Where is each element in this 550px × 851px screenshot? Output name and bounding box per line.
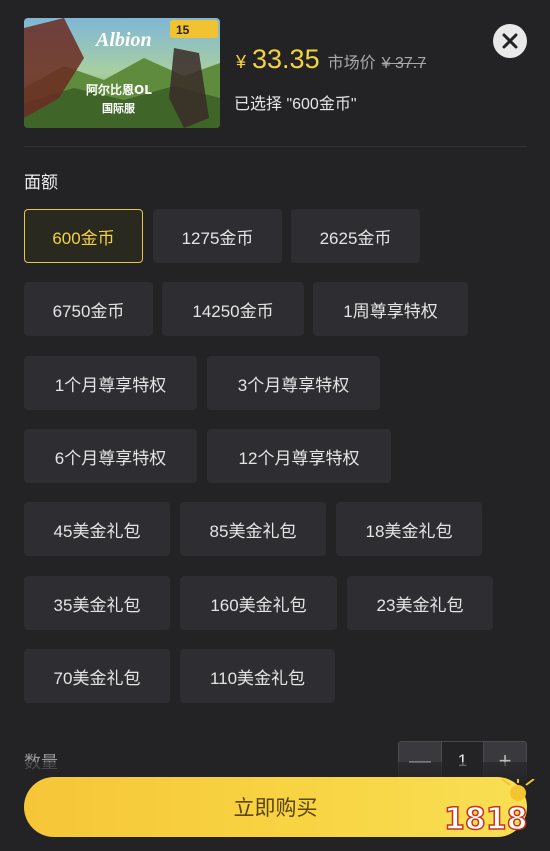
option-18-usd-pack[interactable]: 18美金礼包 bbox=[336, 502, 482, 556]
option-23-usd-pack[interactable]: 23美金礼包 bbox=[347, 576, 493, 630]
option-12-month-privilege[interactable]: 12个月尊享特权 bbox=[207, 429, 391, 483]
close-button[interactable] bbox=[493, 24, 527, 58]
cover-title: Albion bbox=[94, 29, 152, 51]
market-price-label: 市场价 bbox=[327, 55, 376, 72]
cover-badge: 15 bbox=[176, 23, 190, 37]
watermark-text: 1818 bbox=[444, 802, 528, 837]
option-6-month-privilege[interactable]: 6个月尊享特权 bbox=[24, 429, 197, 483]
option-1275-coins[interactable]: 1275金币 bbox=[153, 209, 282, 263]
game-cover-image: 15 Albion 阿尔比恩OL 国际服 bbox=[24, 18, 220, 128]
cover-subtitle2: 国际服 bbox=[102, 101, 136, 115]
selected-option-text: 已选择 "600金币" bbox=[234, 96, 357, 113]
denomination-title: 面额 bbox=[24, 173, 58, 192]
currency-symbol: ¥ bbox=[236, 52, 247, 72]
option-35-usd-pack[interactable]: 35美金礼包 bbox=[24, 576, 170, 630]
site-watermark-logo: 1818 bbox=[443, 779, 535, 838]
option-600-coins[interactable]: 600金币 bbox=[24, 209, 143, 263]
option-6750-coins[interactable]: 6750金币 bbox=[24, 282, 153, 336]
option-45-usd-pack[interactable]: 45美金礼包 bbox=[24, 502, 170, 556]
option-110-usd-pack[interactable]: 110美金礼包 bbox=[180, 649, 335, 703]
divider bbox=[24, 146, 527, 147]
option-85-usd-pack[interactable]: 85美金礼包 bbox=[180, 502, 326, 556]
cover-subtitle: 阿尔比恩OL bbox=[86, 82, 152, 97]
option-1-week-privilege[interactable]: 1周尊享特权 bbox=[313, 282, 468, 336]
option-1-month-privilege[interactable]: 1个月尊享特权 bbox=[24, 356, 197, 410]
price-row: ¥ 33.35 市场价 ¥ 37.7 bbox=[236, 44, 426, 75]
option-2625-coins[interactable]: 2625金币 bbox=[291, 209, 420, 263]
option-70-usd-pack[interactable]: 70美金礼包 bbox=[24, 649, 170, 703]
purchase-panel: 15 Albion 阿尔比恩OL 国际服 ¥ 33.35 市场价 ¥ 37.7 … bbox=[0, 0, 550, 851]
current-price: 33.35 bbox=[252, 44, 320, 74]
close-icon bbox=[502, 33, 518, 49]
market-price: ¥ 37.7 bbox=[381, 55, 427, 72]
option-160-usd-pack[interactable]: 160美金礼包 bbox=[180, 576, 337, 630]
option-3-month-privilege[interactable]: 3个月尊享特权 bbox=[207, 356, 380, 410]
option-14250-coins[interactable]: 14250金币 bbox=[162, 282, 304, 336]
